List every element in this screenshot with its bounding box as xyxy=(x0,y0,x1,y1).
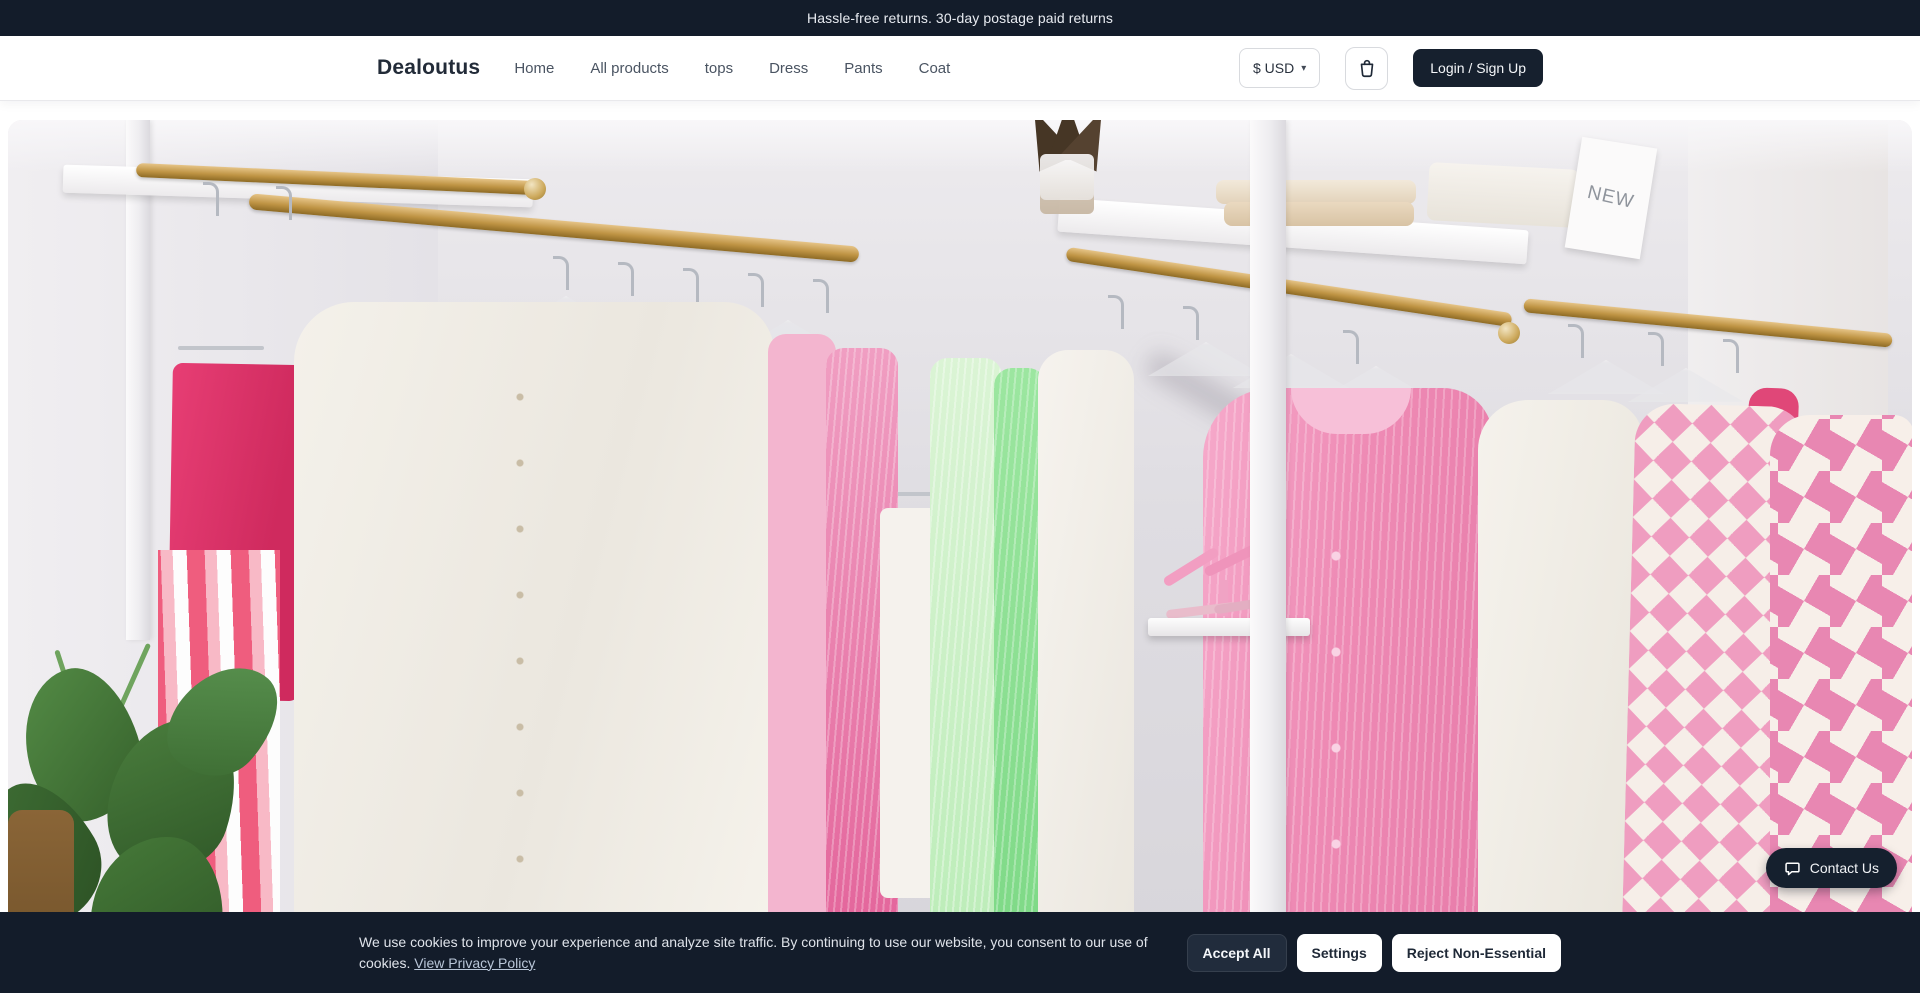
settings-button[interactable]: Settings xyxy=(1297,934,1382,972)
garment-white-shirt xyxy=(294,302,774,993)
garment-houndstooth-cardigan xyxy=(1770,415,1912,993)
hanger-hook xyxy=(1108,295,1124,329)
currency-selector[interactable]: $ USD ▾ xyxy=(1239,48,1320,88)
display-pole-left xyxy=(126,120,150,640)
accept-all-button[interactable]: Accept All xyxy=(1187,934,1287,972)
acrylic-hanger xyxy=(1548,360,1664,394)
contact-us-label: Contact Us xyxy=(1810,860,1879,876)
navbar: Dealoutus Home All products tops Dress P… xyxy=(0,36,1920,100)
caret-down-icon: ▾ xyxy=(1301,63,1306,74)
login-signup-button[interactable]: Login / Sign Up xyxy=(1413,49,1543,87)
new-sign-text: NEW xyxy=(1585,182,1636,214)
hanger-hook xyxy=(276,186,292,220)
new-sign: NEW xyxy=(1565,137,1658,260)
hanger-hook xyxy=(1183,306,1199,340)
rail-end-cap xyxy=(1498,322,1520,344)
garment-pink-cardigan xyxy=(1203,388,1493,993)
gold-rail xyxy=(1065,247,1512,327)
hanger-hook xyxy=(1568,324,1584,358)
cookie-banner: We use cookies to improve your experienc… xyxy=(0,912,1920,993)
cookie-banner-container: We use cookies to improve your experienc… xyxy=(359,912,1561,993)
nav-link-home[interactable]: Home xyxy=(514,60,554,77)
folded-clothes xyxy=(1427,162,1580,228)
garment-white-shirt xyxy=(1478,400,1643,993)
hanger-hook xyxy=(813,279,829,313)
privacy-policy-link[interactable]: View Privacy Policy xyxy=(414,955,535,971)
cookie-message: We use cookies to improve your experienc… xyxy=(359,932,1159,974)
hanger-hook xyxy=(618,262,634,296)
hanger-hook xyxy=(203,182,219,216)
cart-button[interactable] xyxy=(1345,47,1388,90)
glass-vase xyxy=(1040,154,1094,214)
hanger-hook xyxy=(553,256,569,290)
page: Hassle-free returns. 30-day postage paid… xyxy=(0,0,1920,993)
garment-mint-cardigan xyxy=(930,358,1002,993)
chat-icon xyxy=(1784,860,1801,877)
contact-us-button[interactable]: Contact Us xyxy=(1766,848,1897,888)
shopping-bag-icon xyxy=(1356,57,1378,79)
hanger-hook xyxy=(1343,330,1359,364)
hero-image: NEW xyxy=(8,120,1912,993)
currency-value: $ USD xyxy=(1253,60,1294,76)
display-pole-right xyxy=(1250,120,1286,993)
nav-link-dress[interactable]: Dress xyxy=(769,60,808,77)
hanger-hook xyxy=(1648,332,1664,366)
folded-clothes xyxy=(1216,180,1416,204)
brand-logo[interactable]: Dealoutus xyxy=(377,56,480,80)
nav-links: Home All products tops Dress Pants Coat xyxy=(514,60,950,77)
cookie-actions: Accept All Settings Reject Non-Essential xyxy=(1187,934,1561,972)
nav-link-all-products[interactable]: All products xyxy=(590,60,668,77)
reject-non-essential-button[interactable]: Reject Non-Essential xyxy=(1392,934,1561,972)
garment-white-shirt xyxy=(1038,350,1134,993)
nav-link-pants[interactable]: Pants xyxy=(844,60,882,77)
clip-hanger xyxy=(178,346,264,350)
hanger-hook xyxy=(683,268,699,302)
nav-link-tops[interactable]: tops xyxy=(705,60,733,77)
rail-end-cap xyxy=(524,178,546,200)
hanger-hook xyxy=(748,273,764,307)
announcement-bar: Hassle-free returns. 30-day postage paid… xyxy=(0,0,1920,36)
navbar-container: Dealoutus Home All products tops Dress P… xyxy=(377,36,1543,100)
announcement-text: Hassle-free returns. 30-day postage paid… xyxy=(807,10,1113,26)
hanger-hook xyxy=(1723,339,1739,373)
nav-link-coat[interactable]: Coat xyxy=(919,60,951,77)
navbar-actions: $ USD ▾ Login / Sign Up xyxy=(1239,47,1543,90)
